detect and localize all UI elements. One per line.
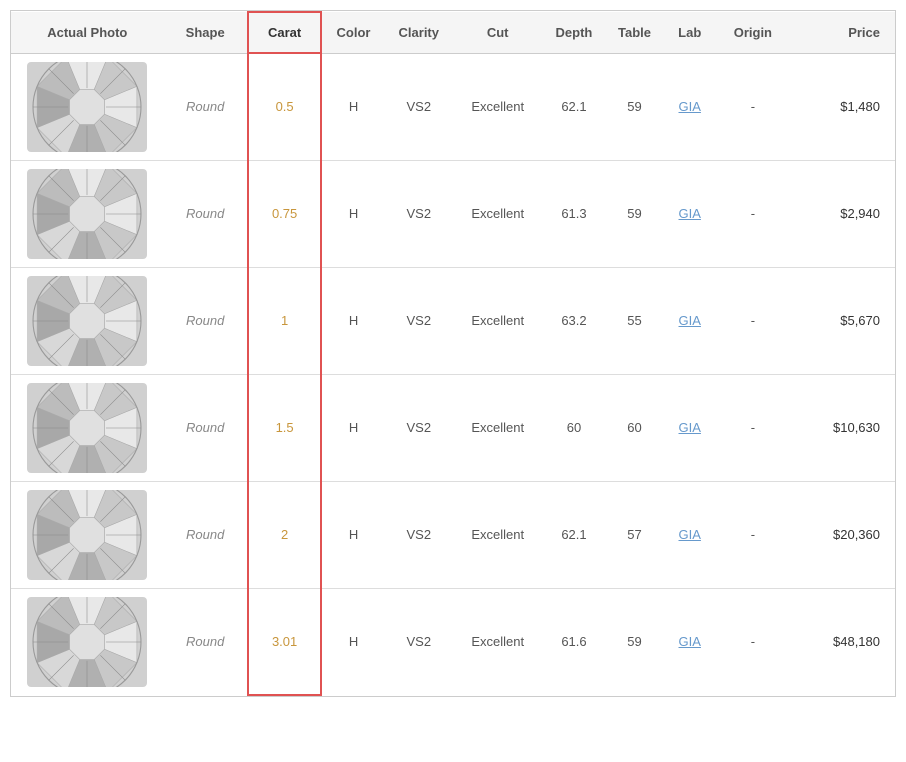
col-header-shape: Shape [164,12,248,53]
lab-cell[interactable]: GIA [663,481,716,588]
shape-cell: Round [164,374,248,481]
col-header-cut: Cut [453,12,542,53]
lab-cell[interactable]: GIA [663,588,716,695]
shape-cell: Round [164,588,248,695]
diamond-photo-cell [11,267,164,374]
diamond-image [27,169,147,259]
origin-cell: - [716,374,790,481]
price-cell: $1,480 [790,53,895,160]
origin-cell: - [716,160,790,267]
shape-cell: Round [164,267,248,374]
table-row: Round2HVS2Excellent62.157GIA-$20,360 [11,481,895,588]
diamond-image [27,62,147,152]
diamond-photo-cell [11,374,164,481]
diamond-table: Actual Photo Shape Carat Color Clarity C… [10,10,896,697]
table-cell: 60 [606,374,664,481]
col-header-table: Table [606,12,664,53]
table-cell: 59 [606,160,664,267]
table-row: Round0.75HVS2Excellent61.359GIA-$2,940 [11,160,895,267]
color-cell: H [321,588,384,695]
diamond-photo-cell [11,588,164,695]
origin-cell: - [716,481,790,588]
cut-cell: Excellent [453,374,542,481]
col-header-price: Price [790,12,895,53]
table-row: Round1HVS2Excellent63.255GIA-$5,670 [11,267,895,374]
color-cell: H [321,160,384,267]
col-header-carat: Carat [248,12,322,53]
cut-cell: Excellent [453,267,542,374]
price-cell: $20,360 [790,481,895,588]
clarity-cell: VS2 [385,53,453,160]
col-header-origin: Origin [716,12,790,53]
color-cell: H [321,374,384,481]
depth-cell: 62.1 [542,53,605,160]
carat-cell: 3.01 [248,588,322,695]
price-cell: $48,180 [790,588,895,695]
diamond-photo-cell [11,481,164,588]
col-header-lab: Lab [663,12,716,53]
origin-cell: - [716,588,790,695]
table-cell: 59 [606,53,664,160]
col-header-color: Color [321,12,384,53]
diamond-image [27,597,147,687]
lab-cell[interactable]: GIA [663,160,716,267]
color-cell: H [321,53,384,160]
diamond-photo-cell [11,160,164,267]
diamond-image [27,490,147,580]
table-cell: 57 [606,481,664,588]
price-cell: $2,940 [790,160,895,267]
table-cell: 55 [606,267,664,374]
carat-cell: 1.5 [248,374,322,481]
shape-cell: Round [164,160,248,267]
color-cell: H [321,267,384,374]
lab-cell[interactable]: GIA [663,267,716,374]
clarity-cell: VS2 [385,160,453,267]
table-row: Round3.01HVS2Excellent61.659GIA-$48,180 [11,588,895,695]
price-cell: $5,670 [790,267,895,374]
lab-cell[interactable]: GIA [663,374,716,481]
shape-cell: Round [164,53,248,160]
clarity-cell: VS2 [385,267,453,374]
depth-cell: 60 [542,374,605,481]
clarity-cell: VS2 [385,588,453,695]
table-cell: 59 [606,588,664,695]
cut-cell: Excellent [453,481,542,588]
clarity-cell: VS2 [385,481,453,588]
table-row: Round0.5HVS2Excellent62.159GIA-$1,480 [11,53,895,160]
color-cell: H [321,481,384,588]
cut-cell: Excellent [453,160,542,267]
depth-cell: 61.3 [542,160,605,267]
table-row: Round1.5HVS2Excellent6060GIA-$10,630 [11,374,895,481]
price-cell: $10,630 [790,374,895,481]
diamond-photo-cell [11,53,164,160]
lab-cell[interactable]: GIA [663,53,716,160]
depth-cell: 62.1 [542,481,605,588]
clarity-cell: VS2 [385,374,453,481]
shape-cell: Round [164,481,248,588]
depth-cell: 61.6 [542,588,605,695]
origin-cell: - [716,53,790,160]
col-header-actual-photo: Actual Photo [11,12,164,53]
cut-cell: Excellent [453,53,542,160]
col-header-clarity: Clarity [385,12,453,53]
carat-cell: 0.75 [248,160,322,267]
cut-cell: Excellent [453,588,542,695]
diamond-image [27,276,147,366]
col-header-depth: Depth [542,12,605,53]
origin-cell: - [716,267,790,374]
diamond-image [27,383,147,473]
depth-cell: 63.2 [542,267,605,374]
carat-cell: 2 [248,481,322,588]
carat-cell: 1 [248,267,322,374]
carat-cell: 0.5 [248,53,322,160]
